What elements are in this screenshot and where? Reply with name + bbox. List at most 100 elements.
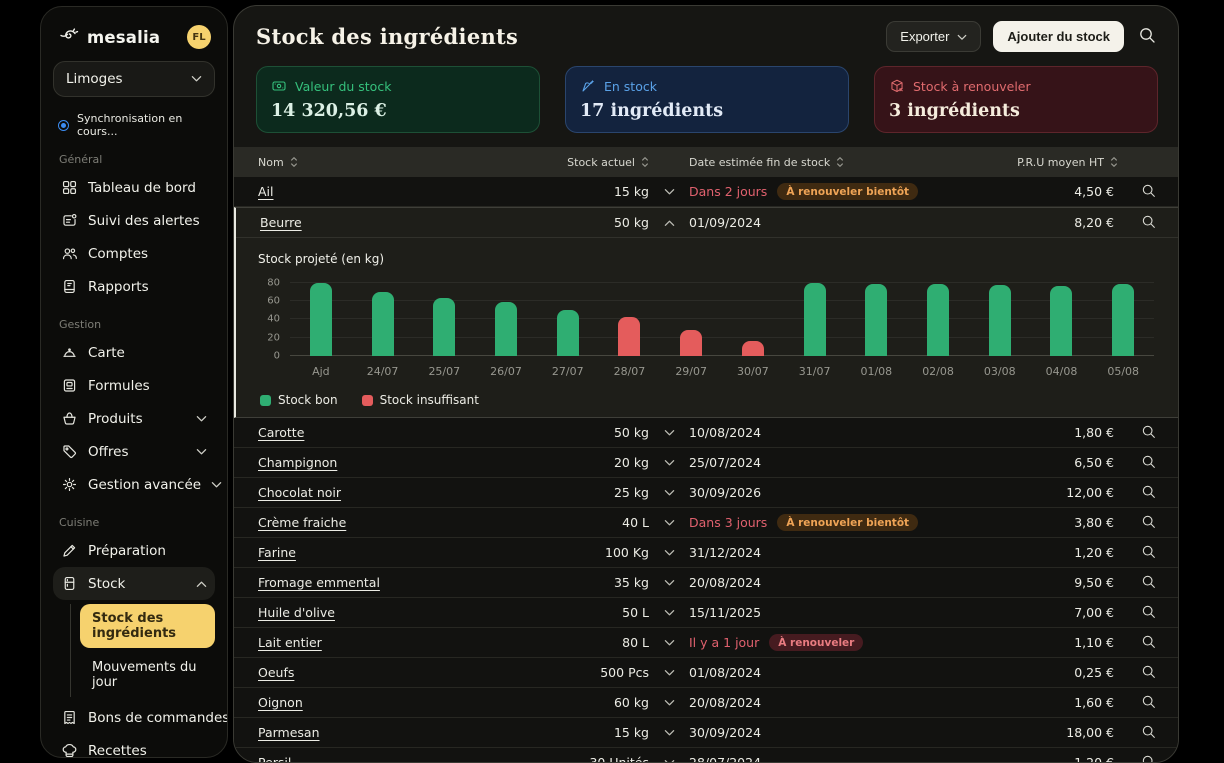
ingredient-link[interactable]: Fromage emmental [258, 575, 380, 590]
expand-row-icon[interactable] [649, 489, 689, 497]
end-of-stock-date: 30/09/2024 [689, 725, 761, 740]
search-icon [1141, 454, 1156, 472]
row-search-button[interactable] [1118, 664, 1178, 682]
search-button[interactable] [1136, 24, 1158, 49]
expand-row-icon[interactable] [649, 519, 689, 527]
table-row[interactable]: Huile d'olive50 L15/11/20257,00 € [234, 598, 1178, 628]
table-row[interactable]: Ail15 kgDans 2 joursÀ renouveler bientôt… [234, 177, 1178, 207]
sidebar-item-produits[interactable]: Produits [53, 402, 215, 435]
sidebar-item-gestion-avancee[interactable]: Gestion avancée [53, 468, 215, 501]
tag-icon [61, 443, 78, 460]
ingredient-link[interactable]: Crème fraiche [258, 515, 346, 530]
ingredient-link[interactable]: Farine [258, 545, 296, 560]
table-row[interactable]: Champignon20 kg25/07/20246,50 € [234, 448, 1178, 478]
table-row[interactable]: Fromage emmental35 kg20/08/20249,50 € [234, 568, 1178, 598]
ingredient-link[interactable]: Champignon [258, 455, 337, 470]
ingredient-name-cell: Lait entier [234, 635, 464, 650]
ingredient-link[interactable]: Oignon [258, 695, 303, 710]
submenu-item-stock-des-ingredients[interactable]: Stock des ingrédients [80, 604, 215, 648]
ingredient-link[interactable]: Beurre [260, 215, 302, 230]
table-row[interactable]: Chocolat noir25 kg30/09/202612,00 € [234, 478, 1178, 508]
expand-row-icon[interactable] [649, 459, 689, 467]
sidebar-item-preparation[interactable]: Préparation [53, 534, 215, 567]
row-search-button[interactable] [1118, 514, 1178, 532]
row-search-button[interactable] [1118, 694, 1178, 712]
row-search-button[interactable] [1118, 604, 1178, 622]
table-row[interactable]: Beurre50 kg01/09/20248,20 € [236, 208, 1178, 238]
sidebar-item-label: Offres [88, 444, 186, 460]
table-row[interactable]: Parmesan15 kg30/09/202418,00 € [234, 718, 1178, 748]
ingredient-name-cell: Parmesan [234, 725, 464, 740]
column-header-nom[interactable]: Nom [234, 156, 464, 169]
row-search-button[interactable] [1118, 424, 1178, 442]
ingredient-link[interactable]: Chocolat noir [258, 485, 341, 500]
submenu-item-mouvements-du-jour[interactable]: Mouvements du jour [80, 653, 215, 697]
add-stock-button[interactable]: Ajouter du stock [993, 21, 1124, 52]
ingredient-link[interactable]: Persil [258, 755, 291, 763]
unit-price-cell: 0,25 € [1009, 665, 1118, 680]
ingredient-link[interactable]: Carotte [258, 425, 304, 440]
legend-swatch [362, 395, 373, 406]
ingredient-link[interactable]: Oeufs [258, 665, 294, 680]
expand-row-icon[interactable] [649, 549, 689, 557]
avatar[interactable]: FL [187, 25, 211, 49]
expand-row-icon[interactable] [649, 188, 689, 196]
table-row[interactable]: Crème fraiche40 LDans 3 joursÀ renouvele… [234, 508, 1178, 538]
expand-row-icon[interactable] [649, 759, 689, 763]
bar-25-07 [433, 298, 455, 356]
carrot-icon [580, 78, 596, 94]
expand-row-icon[interactable] [649, 579, 689, 587]
row-search-button[interactable] [1118, 754, 1178, 763]
stock-value-card-label: Valeur du stock [295, 79, 391, 94]
expand-row-icon[interactable] [649, 729, 689, 737]
expand-row-icon[interactable] [649, 699, 689, 707]
ingredient-link[interactable]: Lait entier [258, 635, 322, 650]
row-search-button[interactable] [1118, 574, 1178, 592]
table-row[interactable]: Persil30 Unités28/07/20241,20 € [234, 748, 1178, 763]
row-search-button[interactable] [1118, 544, 1178, 562]
row-search-button[interactable] [1118, 724, 1178, 742]
column-header-date-fin-stock[interactable]: Date estimée fin de stock [689, 156, 1009, 169]
ingredient-link[interactable]: Parmesan [258, 725, 320, 740]
row-search-button[interactable] [1118, 634, 1178, 652]
sidebar-item-tableau-de-bord[interactable]: Tableau de bord [53, 171, 215, 204]
row-search-button[interactable] [1118, 183, 1178, 201]
knife-icon [61, 542, 78, 559]
sidebar-item-recettes[interactable]: Recettes [53, 734, 215, 758]
expand-row-icon[interactable] [649, 669, 689, 677]
chevron-down-icon [957, 29, 967, 44]
restock-badge: À renouveler bientôt [777, 183, 918, 200]
sidebar-item-suivi-des-alertes[interactable]: Suivi des alertes [53, 204, 215, 237]
ingredient-link[interactable]: Ail [258, 184, 274, 199]
sidebar-item-formules[interactable]: Formules [53, 369, 215, 402]
table-row[interactable]: Lait entier80 LIl y a 1 jourÀ renouveler… [234, 628, 1178, 658]
y-tick-label: 0 [274, 351, 280, 362]
expand-row-icon[interactable] [649, 429, 689, 437]
expand-row-icon[interactable] [649, 639, 689, 647]
location-selector[interactable]: Limoges [53, 61, 215, 97]
ingredient-link[interactable]: Huile d'olive [258, 605, 335, 620]
table-row[interactable]: Farine100 Kg31/12/20241,20 € [234, 538, 1178, 568]
x-tick-label: 04/08 [1031, 365, 1093, 378]
row-search-button[interactable] [1118, 454, 1178, 472]
table-row[interactable]: Oeufs500 Pcs01/08/20240,25 € [234, 658, 1178, 688]
sidebar-item-stock[interactable]: Stock [53, 567, 215, 600]
row-search-button[interactable] [1118, 484, 1178, 502]
table-row[interactable]: Carotte50 kg10/08/20241,80 € [234, 418, 1178, 448]
end-of-stock-date: 20/08/2024 [689, 575, 761, 590]
sidebar-item-offres[interactable]: Offres [53, 435, 215, 468]
column-header-pru[interactable]: P.R.U moyen HT [1009, 156, 1118, 169]
expand-row-icon[interactable] [649, 609, 689, 617]
sidebar-item-bons-de-commandes[interactable]: Bons de commandes [53, 701, 215, 734]
in-stock-card: En stock 17 ingrédients [565, 66, 849, 133]
collapse-row-icon[interactable] [649, 219, 689, 227]
column-header-stock-actuel[interactable]: Stock actuel [464, 156, 649, 169]
x-tick-label: 27/07 [537, 365, 599, 378]
sidebar-item-comptes[interactable]: Comptes [53, 237, 215, 270]
export-button[interactable]: Exporter [886, 21, 981, 52]
unit-price-cell: 9,50 € [1009, 575, 1118, 590]
sidebar-item-carte[interactable]: Carte [53, 336, 215, 369]
row-search-button[interactable] [1118, 214, 1178, 232]
table-row[interactable]: Oignon60 kg20/08/20241,60 € [234, 688, 1178, 718]
sidebar-item-rapports[interactable]: Rapports [53, 270, 215, 303]
